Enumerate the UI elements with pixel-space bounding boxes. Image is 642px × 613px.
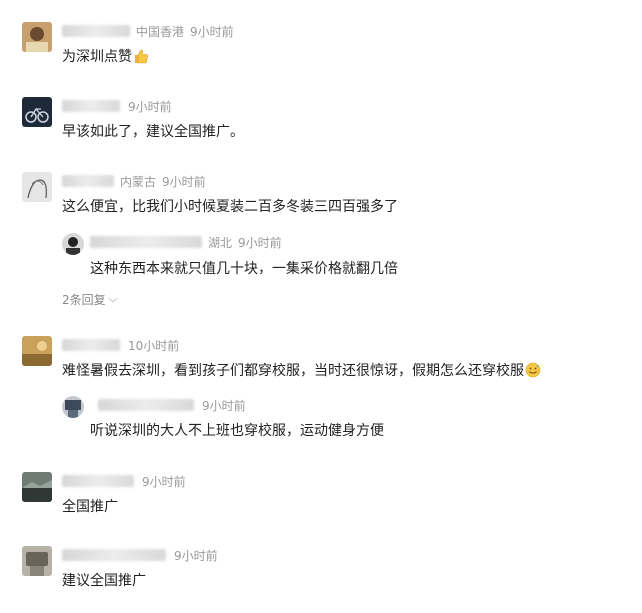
timestamp: 9小时前 — [162, 174, 206, 189]
more-replies-label: 2条回复 — [62, 293, 106, 307]
comment-text: 难怪暑假去深圳，看到孩子们都穿校服，当时还很惊讶，假期怎么还穿校服 — [62, 363, 524, 379]
comment-text: 为深圳点赞 — [62, 49, 132, 65]
username-blurred[interactable] — [62, 175, 114, 187]
location-label: 内蒙古 — [120, 174, 157, 189]
chevron-down-icon: ⌵ — [107, 294, 118, 305]
avatar[interactable] — [62, 233, 84, 255]
username-blurred[interactable] — [98, 399, 194, 411]
timestamp: 9小时前 — [142, 474, 186, 489]
timestamp: 9小时前 — [190, 24, 234, 39]
comment-text: 早该如此了，建议全国推广。 — [62, 124, 244, 140]
timestamp: 9小时前 — [174, 548, 218, 563]
thumbs-up-icon — [135, 49, 148, 64]
comment-meta: 内蒙古 9小时前 — [62, 173, 206, 189]
avatar[interactable] — [22, 336, 52, 366]
comment-text: 建议全国推广 — [62, 573, 146, 589]
username-blurred[interactable] — [62, 475, 134, 487]
location-label: 湖北 — [208, 235, 233, 250]
avatar[interactable] — [62, 396, 84, 418]
comment-meta: 中国香港 9小时前 — [62, 23, 234, 39]
avatar[interactable] — [22, 472, 52, 502]
reply-text: 这种东西本来就只值几十块，一集采价格就翻几倍 — [90, 261, 398, 277]
comment-text: 这么便宜，比我们小时候夏装二百多冬装三四百强多了 — [62, 199, 398, 215]
comment-text-row: 难怪暑假去深圳，看到孩子们都穿校服，当时还很惊讶，假期怎么还穿校服 — [62, 362, 541, 380]
comment-meta: 9小时前 — [62, 547, 218, 563]
timestamp: 9小时前 — [238, 235, 282, 250]
username-blurred[interactable] — [62, 100, 120, 112]
comment-text: 全国推广 — [62, 499, 118, 515]
avatar[interactable] — [22, 97, 52, 127]
avatar[interactable] — [22, 546, 52, 576]
comment-meta: 9小时前 — [62, 473, 186, 489]
username-blurred[interactable] — [62, 339, 120, 351]
sweat-smile-icon — [525, 362, 541, 378]
more-replies-link[interactable]: 2条回复 ⌵ — [62, 291, 118, 308]
reply-meta: 湖北 9小时前 — [90, 234, 282, 250]
reply-text: 听说深圳的大人不上班也穿校服，运动健身方便 — [90, 423, 384, 439]
comment-meta: 10小时前 — [62, 337, 179, 353]
location-label: 中国香港 — [136, 24, 185, 39]
reply-meta: 9小时前 — [98, 397, 246, 413]
username-blurred[interactable] — [62, 25, 130, 37]
comment-text-row: 为深圳点赞 — [62, 48, 149, 66]
username-blurred[interactable] — [90, 236, 202, 248]
timestamp: 9小时前 — [128, 99, 172, 114]
avatar[interactable] — [22, 172, 52, 202]
username-blurred[interactable] — [62, 549, 166, 561]
avatar[interactable] — [22, 22, 52, 52]
comment-meta: 9小时前 — [62, 98, 172, 114]
timestamp: 9小时前 — [202, 398, 246, 413]
timestamp: 10小时前 — [128, 338, 180, 353]
